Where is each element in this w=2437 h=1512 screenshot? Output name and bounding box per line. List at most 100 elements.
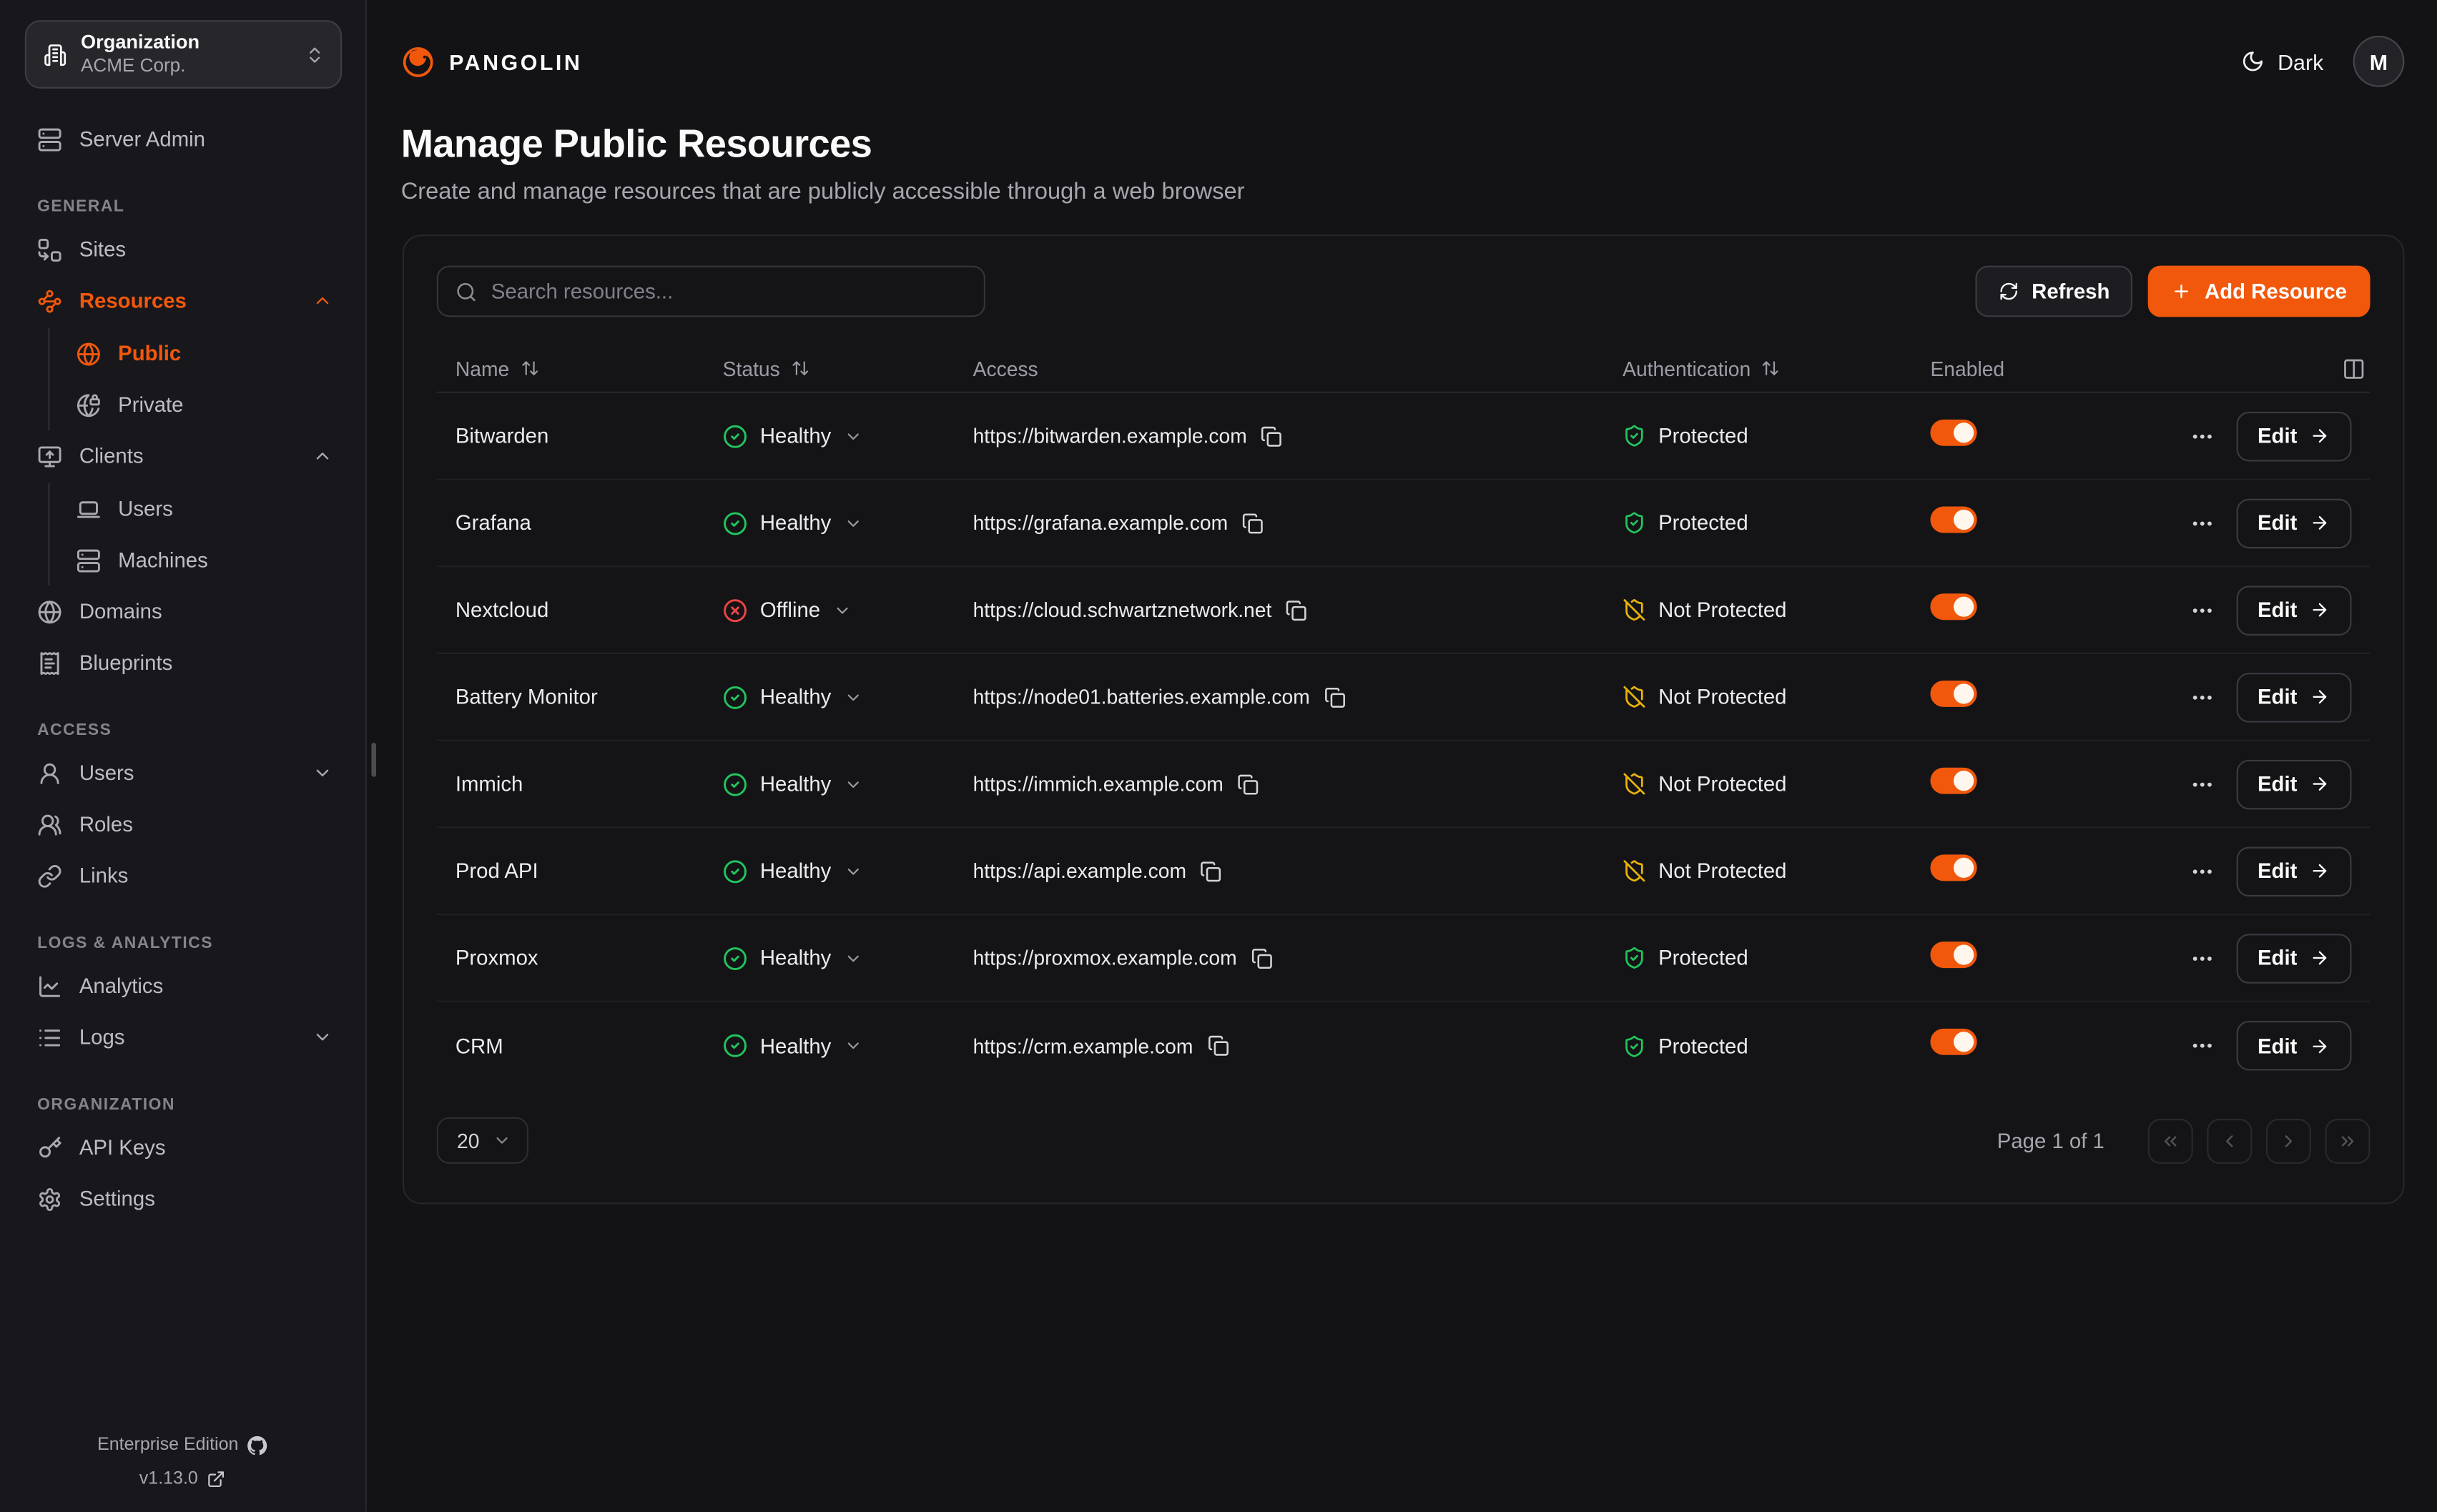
table-row: NextcloudOfflinehttps://cloud.schwartzne… xyxy=(437,567,2370,654)
arrow-right-icon xyxy=(2310,687,2330,707)
copy-url-button[interactable] xyxy=(1242,512,1264,533)
laptop-icon xyxy=(77,496,102,521)
sidebar-item-logs[interactable]: Logs xyxy=(25,1012,342,1063)
sidebar-item-roles[interactable]: Roles xyxy=(25,799,342,850)
edit-button[interactable]: Edit xyxy=(2236,585,2352,635)
sidebar-item-links[interactable]: Links xyxy=(25,850,342,901)
sidebar-item-clients[interactable]: Clients xyxy=(25,430,342,482)
column-header-status: Status xyxy=(723,357,780,380)
sidebar-item-resources[interactable]: Resources xyxy=(25,275,342,327)
refresh-button[interactable]: Refresh xyxy=(1976,266,2133,317)
arrow-right-icon xyxy=(2310,513,2330,533)
sidebar-item-users[interactable]: Users xyxy=(25,747,342,799)
chevron-up-icon xyxy=(312,290,333,310)
enabled-toggle[interactable] xyxy=(1930,593,1976,619)
last-page-button[interactable] xyxy=(2325,1118,2370,1163)
enabled-toggle[interactable] xyxy=(1930,505,1976,532)
resource-url: https://crm.example.com xyxy=(973,1034,1193,1057)
auth-label: Protected xyxy=(1658,1034,1748,1057)
row-menu-button[interactable] xyxy=(2189,684,2214,709)
sort-icon[interactable] xyxy=(791,359,809,377)
sort-icon[interactable] xyxy=(520,359,538,377)
theme-toggle[interactable]: Dark xyxy=(2242,49,2323,74)
shield-off-icon xyxy=(1623,598,1646,622)
sidebar-item-public[interactable]: Public xyxy=(67,328,342,380)
sidebar-item-domains[interactable]: Domains xyxy=(25,585,342,637)
version-link[interactable]: v1.13.0 xyxy=(0,1462,365,1496)
edit-button[interactable]: Edit xyxy=(2236,498,2352,548)
table-row: GrafanaHealthyhttps://grafana.example.co… xyxy=(437,480,2370,568)
edit-button[interactable]: Edit xyxy=(2236,933,2352,983)
auth-label: Not Protected xyxy=(1658,686,1786,709)
status-label: Healthy xyxy=(760,859,832,883)
resource-url: https://bitwarden.example.com xyxy=(973,424,1247,448)
sidebar-item-machines[interactable]: Machines xyxy=(67,535,342,586)
edit-label: Edit xyxy=(2258,511,2297,535)
sidebar-item-private[interactable]: Private xyxy=(67,379,342,430)
row-menu-button[interactable] xyxy=(2189,423,2214,448)
edit-button[interactable]: Edit xyxy=(2236,759,2352,809)
avatar[interactable]: M xyxy=(2353,36,2405,87)
edit-button[interactable]: Edit xyxy=(2236,846,2352,896)
copy-url-button[interactable] xyxy=(1324,686,1345,708)
prev-page-button[interactable] xyxy=(2207,1118,2252,1163)
edit-button[interactable]: Edit xyxy=(2236,411,2352,461)
enabled-toggle[interactable] xyxy=(1930,419,1976,445)
status-dropdown[interactable]: Healthy xyxy=(723,771,973,796)
copy-url-button[interactable] xyxy=(1251,947,1272,969)
waypoints-icon xyxy=(37,288,62,313)
org-switcher[interactable]: Organization ACME Corp. xyxy=(25,20,342,89)
page-title: Manage Public Resources xyxy=(401,123,2437,168)
status-dropdown[interactable]: Offline xyxy=(723,598,973,623)
status-dropdown[interactable]: Healthy xyxy=(723,510,973,535)
add-resource-button[interactable]: Add Resource xyxy=(2149,266,2370,317)
sidebar-item-blueprints[interactable]: Blueprints xyxy=(25,637,342,688)
edit-button[interactable]: Edit xyxy=(2236,1021,2352,1071)
sort-icon[interactable] xyxy=(1761,359,1780,377)
search-input[interactable] xyxy=(491,280,967,303)
status-dropdown[interactable]: Healthy xyxy=(723,423,973,448)
edit-button[interactable]: Edit xyxy=(2236,672,2352,722)
enabled-toggle[interactable] xyxy=(1930,941,1976,967)
columns-icon[interactable] xyxy=(2342,357,2365,380)
enabled-toggle[interactable] xyxy=(1930,767,1976,794)
status-label: Healthy xyxy=(760,1034,832,1057)
sidebar-item-server-admin[interactable]: Server Admin xyxy=(25,114,342,165)
row-menu-button[interactable] xyxy=(2189,598,2214,623)
shield-check-icon xyxy=(1623,947,1646,970)
chevron-down-icon xyxy=(844,861,862,880)
sidebar-resize-handle[interactable] xyxy=(371,743,376,777)
status-dropdown[interactable]: Healthy xyxy=(723,859,973,884)
copy-url-button[interactable] xyxy=(1261,425,1282,446)
next-page-button[interactable] xyxy=(2266,1118,2311,1163)
row-menu-button[interactable] xyxy=(2189,946,2214,971)
sidebar-item-settings[interactable]: Settings xyxy=(25,1173,342,1225)
sidebar-item-sites[interactable]: Sites xyxy=(25,224,342,275)
edition-link[interactable]: Enterprise Edition xyxy=(0,1428,365,1462)
first-page-button[interactable] xyxy=(2148,1118,2193,1163)
row-menu-button[interactable] xyxy=(2189,859,2214,884)
section-label-access: ACCESS xyxy=(37,721,342,739)
shield-check-icon xyxy=(1623,1034,1646,1057)
enabled-toggle[interactable] xyxy=(1930,854,1976,880)
table-footer: 20 Page 1 of 1 xyxy=(437,1117,2370,1164)
auth-label: Not Protected xyxy=(1658,772,1786,796)
sidebar-item-api-keys[interactable]: API Keys xyxy=(25,1122,342,1173)
row-menu-button[interactable] xyxy=(2189,1033,2214,1058)
row-menu-button[interactable] xyxy=(2189,510,2214,535)
copy-url-button[interactable] xyxy=(1286,599,1307,621)
users-icon xyxy=(37,812,62,837)
status-dropdown[interactable]: Healthy xyxy=(723,946,973,971)
sidebar-item-client-users[interactable]: Users xyxy=(67,483,342,535)
enabled-toggle[interactable] xyxy=(1930,1029,1976,1055)
status-dropdown[interactable]: Healthy xyxy=(723,684,973,709)
sidebar-item-analytics[interactable]: Analytics xyxy=(25,960,342,1012)
copy-url-button[interactable] xyxy=(1207,1035,1229,1057)
copy-url-button[interactable] xyxy=(1237,773,1259,794)
copy-url-button[interactable] xyxy=(1201,860,1222,881)
status-dropdown[interactable]: Healthy xyxy=(723,1033,973,1058)
row-menu-button[interactable] xyxy=(2189,771,2214,796)
page-size-select[interactable]: 20 xyxy=(437,1117,529,1164)
search-box xyxy=(437,266,985,317)
enabled-toggle[interactable] xyxy=(1930,680,1976,706)
